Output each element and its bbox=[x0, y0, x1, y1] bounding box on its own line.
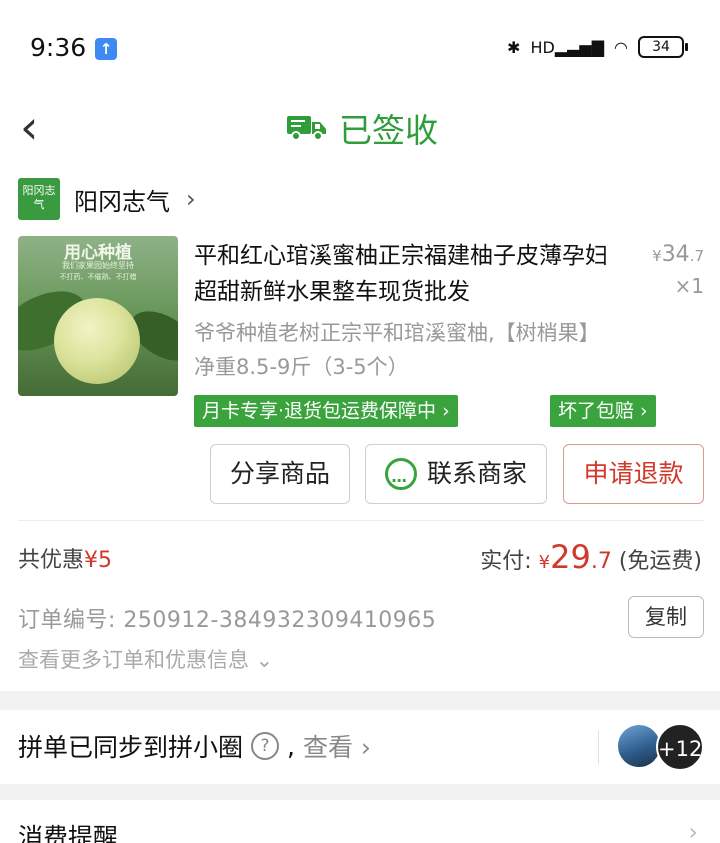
product-image[interactable]: 用心种植 我们家果园始终坚持 不打药、不催熟、不打蜡 bbox=[18, 236, 178, 396]
page-title: 已签收 bbox=[287, 104, 438, 152]
store-link[interactable]: 阳冈志气 阳冈志气 › bbox=[18, 178, 196, 220]
chevron-right-icon: › bbox=[186, 185, 196, 213]
group-sync-text: 拼单已同步到拼小圈 ? , 查看 › bbox=[18, 728, 371, 764]
bluetooth-icon: ✱ bbox=[507, 37, 521, 57]
refund-button[interactable]: 申请退款 bbox=[563, 444, 704, 504]
product-price: ¥34.7 bbox=[652, 242, 704, 267]
contact-merchant-button[interactable]: 联系商家 bbox=[365, 444, 547, 510]
page-title-text: 已签收 bbox=[339, 111, 438, 150]
paid-amount: 实付: ¥29.7 (免运费) bbox=[480, 538, 702, 576]
contact-merchant-label: 联系商家 bbox=[426, 459, 527, 488]
chat-icon bbox=[384, 452, 417, 510]
status-icons: ✱ HD▂▃▅▇ ◠ 34 bbox=[507, 36, 688, 58]
battery-icon: 34 bbox=[638, 36, 688, 58]
share-button[interactable]: 分享商品 bbox=[210, 444, 350, 504]
divider bbox=[598, 730, 599, 764]
view-link[interactable]: 查看 › bbox=[303, 728, 371, 764]
order-card: 阳冈志气 阳冈志气 › 用心种植 我们家果园始终坚持 不打药、不催熟、不打蜡 平… bbox=[0, 168, 720, 691]
store-logo: 阳冈志气 bbox=[18, 178, 60, 220]
image-caption-subtitle: 我们家果园始终坚持 bbox=[62, 261, 134, 270]
status-time: 9:36 bbox=[30, 33, 87, 62]
help-icon[interactable]: ? bbox=[251, 732, 280, 760]
image-caption-tags: 不打药、不催熟、不打蜡 bbox=[59, 273, 137, 281]
copy-button[interactable]: 复制 bbox=[628, 596, 704, 638]
product-title[interactable]: 平和红心琯溪蜜柚正宗福建柚子皮薄孕妇超甜新鲜水果整车现货批发 bbox=[194, 238, 614, 310]
pomelo-fruit bbox=[54, 298, 140, 384]
nav-bar: ‹ 已签收 bbox=[0, 96, 720, 168]
group-sync-card[interactable]: 拼单已同步到拼小圈 ? , 查看 › +12 bbox=[0, 710, 720, 784]
divider bbox=[18, 520, 704, 521]
wifi-icon: ◠ bbox=[614, 37, 628, 57]
order-number: 订单编号: 250912-384932309410965 bbox=[18, 608, 437, 633]
more-order-info-link[interactable]: 查看更多订单和优惠信息 ⌄ bbox=[18, 644, 273, 674]
more-avatars-count[interactable]: +12 bbox=[656, 723, 704, 771]
delivery-truck-icon bbox=[287, 116, 326, 141]
damage-guarantee-tag[interactable]: 坏了包赔 › bbox=[550, 395, 656, 427]
back-button[interactable]: ‹ bbox=[20, 102, 60, 156]
signal-icon: HD▂▃▅▇ bbox=[530, 37, 605, 57]
product-spec: 爷爷种植老树正宗平和琯溪蜜柚,【树梢果】净重8.5-9斤（3-5个） bbox=[194, 321, 600, 379]
reminder-title: 消费提醒 bbox=[18, 823, 119, 843]
discount-summary: 共优惠¥5 bbox=[18, 548, 113, 573]
status-bar: 9:36 ↑ ✱ HD▂▃▅▇ ◠ 34 bbox=[0, 0, 720, 96]
product-quantity: ×1 bbox=[674, 274, 704, 298]
upload-icon: ↑ bbox=[95, 38, 117, 60]
store-name: 阳冈志气 bbox=[74, 187, 170, 216]
return-shipping-tag[interactable]: 月卡专享·退货包运费保障中 › bbox=[194, 395, 458, 427]
chevron-right-icon: › bbox=[688, 818, 698, 843]
consumption-reminder-card[interactable]: 消费提醒 › bbox=[0, 800, 720, 843]
